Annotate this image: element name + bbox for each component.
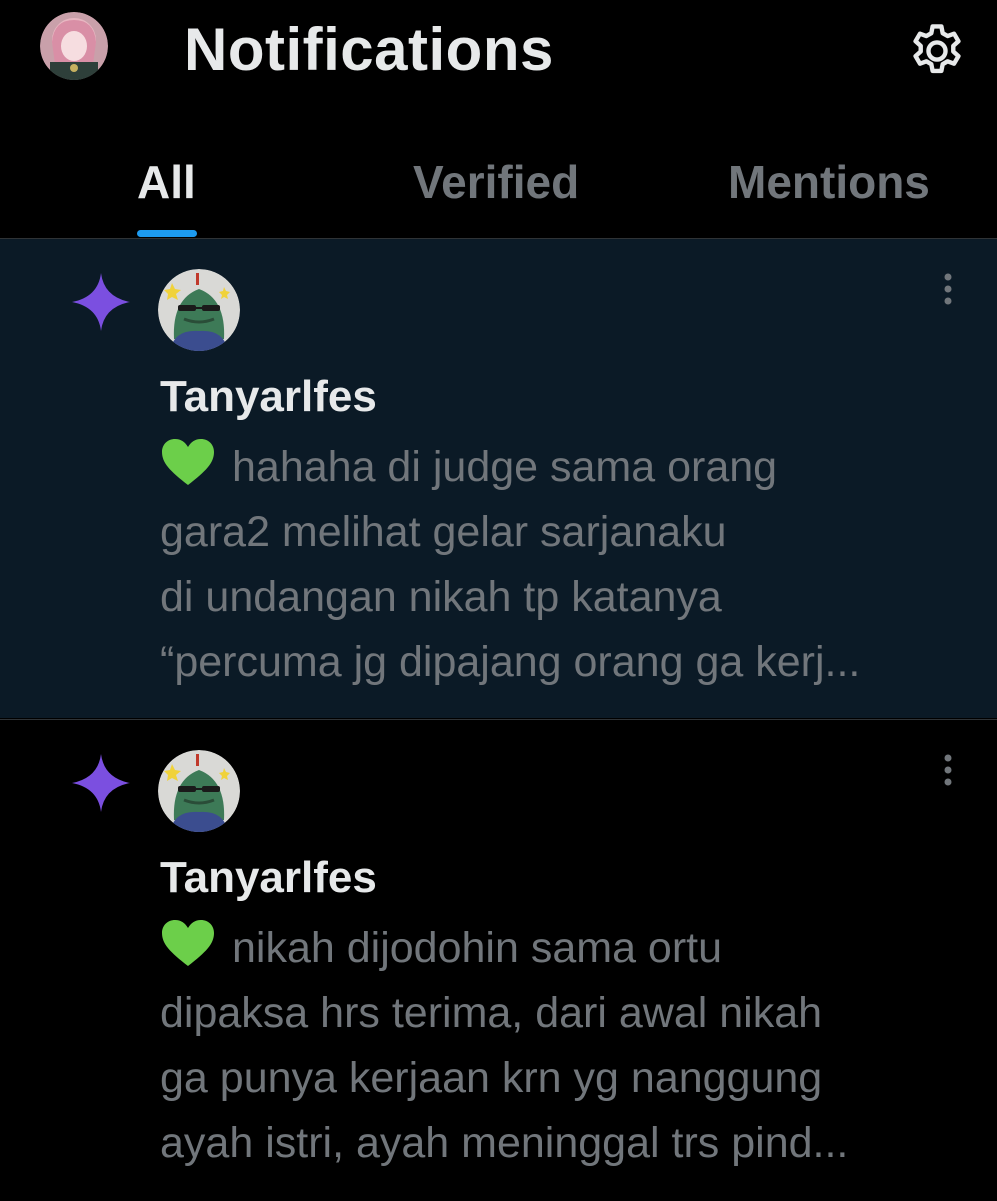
notification-text-line: ayah istri, ayah meninggal trs pind... (160, 1119, 849, 1167)
notification-text-line: di undangan nikah tp katanya (160, 573, 722, 621)
notification-text-line: “percuma jg dipajang orang ga kerj... (160, 638, 861, 686)
sender-avatar[interactable] (158, 269, 240, 351)
notification-text-line-content: hahaha di judge sama orang (232, 443, 778, 491)
green-heart-icon (162, 920, 214, 966)
notification-text-line-content: nikah dijodohin sama ortu (232, 924, 723, 972)
notification-text-line: nikah dijodohin sama ortu (160, 916, 960, 981)
notification-text-line: gara2 melihat gelar sarjanaku (160, 508, 727, 556)
frog-avatar-icon (158, 269, 240, 351)
green-heart-icon (162, 439, 214, 485)
notification-tabs: All Verified Mentions (0, 130, 997, 239)
top-bar: Notifications (0, 0, 997, 110)
sender-name[interactable]: Tanyarlfes (160, 371, 377, 423)
gear-icon (913, 24, 961, 74)
profile-avatar[interactable] (40, 12, 108, 80)
notification-text-line: hahaha di judge sama orang (160, 435, 960, 500)
frog-avatar-icon (158, 750, 240, 832)
notification-text: nikah dijodohin sama ortu dipaksa hrs te… (160, 916, 960, 1176)
notification-text: hahaha di judge sama orang gara2 melihat… (160, 435, 960, 695)
tab-mentions[interactable]: Mentions (728, 154, 930, 210)
page-title: Notifications (184, 16, 554, 83)
more-vertical-icon (944, 754, 952, 786)
notification-item[interactable]: Tanyarlfes nikah dijodohin sama ortu dip… (0, 719, 997, 1201)
more-vertical-icon (944, 273, 952, 305)
notification-text-line: ga punya kerjaan krn yg nanggung (160, 1054, 823, 1102)
sender-avatar[interactable] (158, 750, 240, 832)
settings-button[interactable] (906, 20, 968, 82)
more-options-button[interactable] (928, 269, 968, 313)
notification-text-line: dipaksa hrs terima, dari awal nikah (160, 989, 823, 1037)
sparkle-icon (72, 273, 130, 331)
more-options-button[interactable] (928, 750, 968, 794)
notification-item[interactable]: Tanyarlfes hahaha di judge sama orang ga… (0, 239, 997, 718)
user-avatar-icon (40, 12, 108, 80)
sparkle-icon (72, 754, 130, 812)
tab-all[interactable]: All (137, 154, 196, 210)
sender-name[interactable]: Tanyarlfes (160, 852, 377, 904)
tab-verified[interactable]: Verified (413, 154, 579, 210)
active-tab-indicator (137, 230, 197, 237)
